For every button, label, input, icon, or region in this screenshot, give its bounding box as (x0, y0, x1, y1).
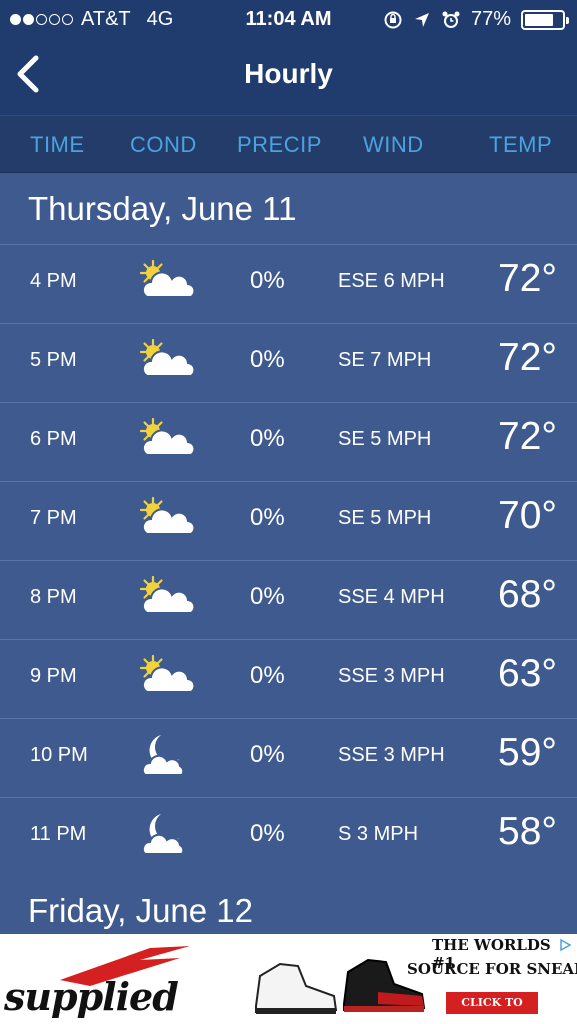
column-header-cond[interactable]: COND (130, 132, 197, 158)
hour-precip: 0% (250, 662, 285, 689)
hourly-row[interactable]: 10 PM 0% SSE 3 MPH 59° (0, 718, 577, 797)
ad-cta-button[interactable]: CLICK TO SHOP (446, 992, 538, 1024)
navigation-bar: Hourly (0, 50, 577, 105)
hour-temp: 59° (498, 731, 557, 774)
top-bar: AT&T 4G 11:04 AM 77% Hourly (0, 0, 577, 115)
sneaker-white-icon (255, 962, 338, 1014)
hourly-forecast-list[interactable]: Thursday, June 11 4 PM 0% ESE 6 MPH 72° 5 PM… (0, 174, 577, 934)
hour-temp: 68° (498, 573, 557, 616)
column-header-bar: TIME COND PRECIP WIND TEMP (0, 115, 577, 173)
ad-choices-icon[interactable] (557, 938, 573, 952)
battery-percent: 77% (470, 8, 511, 30)
page-title: Hourly (244, 58, 333, 89)
hourly-row[interactable]: 4 PM 0% ESE 6 MPH 72° (0, 244, 577, 323)
ad-banner[interactable]: supplied THE WORLDS #1 SOURCE FOR SNEAKE… (0, 934, 577, 1024)
hourly-row[interactable]: 8 PM 0% SSE 4 MPH 68° (0, 560, 577, 639)
day-header-label: Friday, June 12 (28, 892, 254, 929)
hour-wind: SE 5 MPH (338, 507, 432, 529)
hour-precip: 0% (250, 820, 285, 847)
column-header-time[interactable]: TIME (30, 132, 85, 158)
day-header: Friday, June 12 (0, 876, 577, 934)
hour-temp: 72° (498, 257, 557, 300)
hour-wind: SSE 3 MPH (338, 665, 445, 687)
hour-wind: SE 5 MPH (338, 428, 432, 450)
hour-wind: SE 7 MPH (338, 349, 432, 371)
hour-time: 8 PM (30, 586, 77, 608)
rotation-lock-icon (384, 11, 402, 28)
partly-cloudy-day-icon (135, 255, 197, 313)
hourly-row[interactable]: 11 PM 0% S 3 MPH 58° (0, 797, 577, 876)
hour-precip: 0% (250, 267, 285, 294)
status-bar: AT&T 4G 11:04 AM 77% (0, 6, 577, 34)
hour-temp: 72° (498, 415, 557, 458)
partly-cloudy-day-icon (135, 334, 197, 392)
hourly-row[interactable]: 7 PM 0% SE 5 MPH 70° (0, 481, 577, 560)
battery-icon (521, 9, 569, 30)
hour-precip: 0% (250, 425, 285, 452)
partly-cloudy-day-icon (135, 650, 197, 708)
hour-precip: 0% (250, 741, 285, 768)
hour-time: 9 PM (30, 665, 77, 687)
column-header-wind[interactable]: WIND (363, 132, 424, 158)
partly-cloudy-day-icon (135, 571, 197, 629)
hour-precip: 0% (250, 583, 285, 610)
hour-time: 6 PM (30, 428, 77, 450)
mostly-clear-night-icon (135, 808, 197, 866)
hour-time: 5 PM (30, 349, 77, 371)
hour-time: 4 PM (30, 270, 77, 292)
hour-temp: 72° (498, 336, 557, 379)
ad-tagline-2: SOURCE FOR SNEAKERS (407, 960, 577, 978)
location-arrow-icon (414, 12, 429, 27)
mostly-clear-night-icon (135, 729, 197, 787)
ad-brand-logo: supplied (4, 974, 179, 1019)
day-header-label: Thursday, June 11 (28, 190, 297, 227)
column-header-precip[interactable]: PRECIP (237, 132, 322, 158)
column-header-temp[interactable]: TEMP (489, 132, 552, 158)
hour-wind: ESE 6 MPH (338, 270, 445, 292)
hour-wind: SSE 4 MPH (338, 586, 445, 608)
day-header: Thursday, June 11 (0, 174, 577, 244)
partly-cloudy-day-icon (135, 492, 197, 550)
hour-precip: 0% (250, 504, 285, 531)
hour-temp: 63° (498, 652, 557, 695)
hour-wind: SSE 3 MPH (338, 744, 445, 766)
hour-wind: S 3 MPH (338, 823, 419, 845)
hourly-row[interactable]: 9 PM 0% SSE 3 MPH 63° (0, 639, 577, 718)
hour-temp: 70° (498, 494, 557, 537)
hour-time: 11 PM (30, 823, 87, 845)
hour-temp: 58° (498, 810, 557, 853)
hour-time: 10 PM (30, 744, 88, 766)
alarm-clock-icon (442, 11, 460, 28)
hour-precip: 0% (250, 346, 285, 373)
hourly-row[interactable]: 5 PM 0% SE 7 MPH 72° (0, 323, 577, 402)
hourly-row[interactable]: 6 PM 0% SE 5 MPH 72° (0, 402, 577, 481)
partly-cloudy-day-icon (135, 413, 197, 471)
hour-time: 7 PM (30, 507, 77, 529)
